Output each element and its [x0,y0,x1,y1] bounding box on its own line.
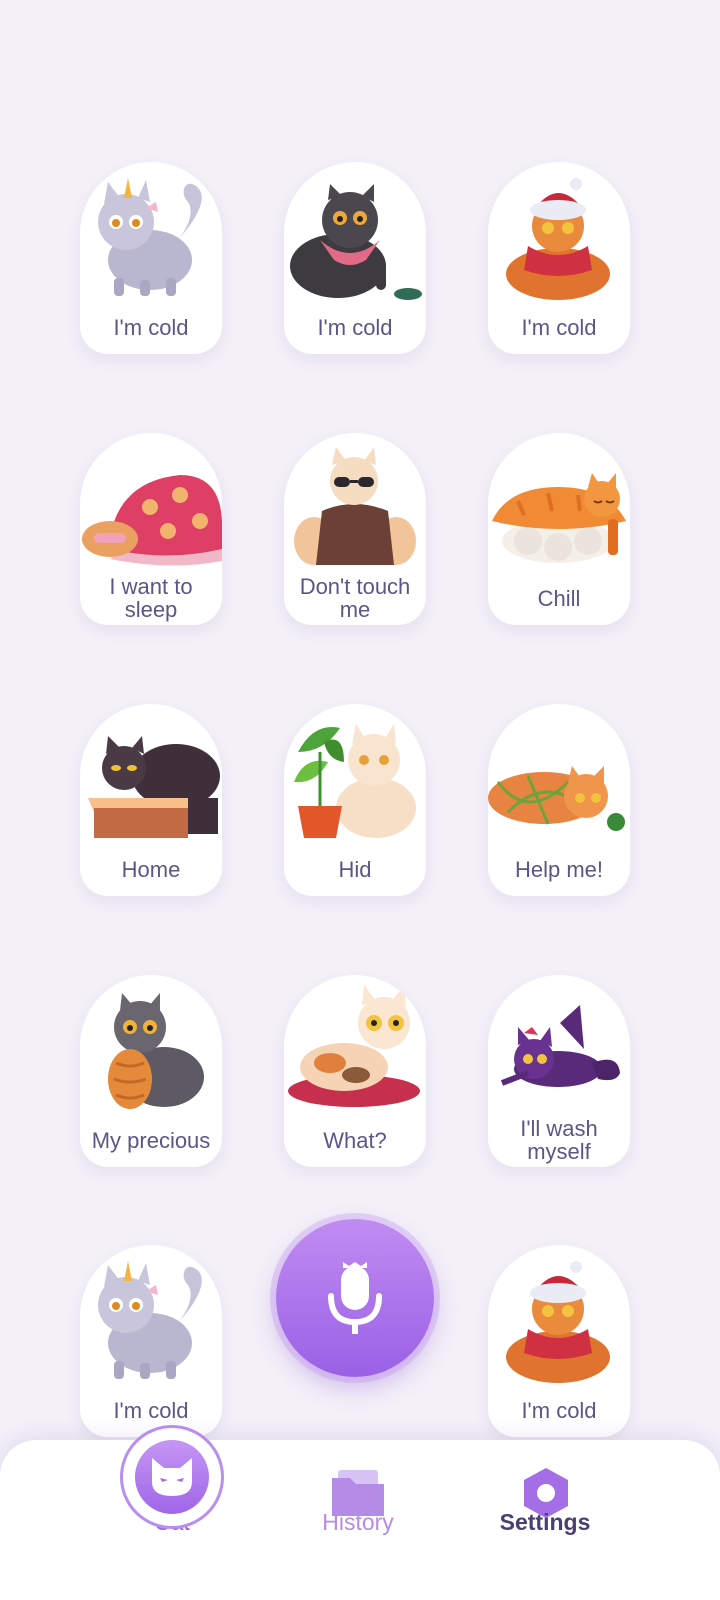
microphone-icon [328,1262,382,1334]
sound-card[interactable]: Help me! [488,704,630,896]
sound-card-label: I'm cold [113,314,189,340]
sound-card[interactable]: My precious [80,975,222,1167]
grey-unicorn-cat-illustration [98,1261,202,1379]
sound-card-label: I want to sleep [109,574,193,622]
nav-settings-label: Settings [499,1509,591,1535]
orange-cat-scarf-illustration [506,1261,610,1383]
sound-card[interactable]: I want to sleep [80,433,222,625]
sound-card-label: I'll wash myself [520,1116,598,1164]
sound-card-label: I'm cold [521,314,597,340]
sound-card[interactable]: What? [284,975,426,1167]
sound-card[interactable]: Don't touch me [284,433,426,625]
sound-card[interactable]: Home [80,704,222,896]
sound-card[interactable]: Hid [284,704,426,896]
cat-hugging-bread-illustration [108,993,204,1109]
sound-card-label: Home [121,856,181,882]
cat-face-icon [152,1458,192,1496]
sound-card[interactable]: I'm cold [80,162,222,354]
cat-tangled-yarn-illustration [488,766,625,831]
sound-card-label: I'm cold [113,1397,189,1423]
nav-history-tab[interactable]: History [268,1440,448,1600]
sound-card-label: Chill [537,585,581,611]
sound-card-label: What? [323,1127,387,1153]
bottom-navigation: Cat History Settings [0,1440,720,1600]
sound-card[interactable]: I'm cold [284,162,426,354]
sound-card-label: Hid [338,856,372,882]
sound-card-label: My precious [91,1127,211,1153]
cat-under-blanket-illustration [82,475,222,566]
sushi-cat-illustration [492,473,626,563]
sound-card[interactable]: Chill [488,433,630,625]
sound-card[interactable]: I'm cold [80,1245,222,1437]
cat-sunglasses-sweater-illustration [294,447,416,565]
nav-history-label: History [322,1509,394,1535]
black-cat-bandana-illustration [290,184,422,300]
sound-card-label: I'm cold [317,314,393,340]
sound-card[interactable]: I'll wash myself [488,975,630,1167]
grey-unicorn-cat-illustration [98,178,202,296]
sound-card-label: Help me! [514,856,604,882]
sound-card-label: I'm cold [521,1397,597,1423]
purple-cat-licking-illustration [500,1005,620,1087]
sound-card[interactable]: I'm cold [488,1245,630,1437]
cat-tab-active-badge[interactable] [120,1425,224,1529]
nav-settings-tab[interactable]: Settings [455,1440,635,1600]
cat-in-box-illustration [88,736,220,838]
cat-behind-plant-illustration [294,724,416,838]
cat-on-cushion-illustration [288,985,420,1107]
sound-card-label: Don't touch me [299,574,411,622]
record-microphone-button[interactable] [276,1219,434,1377]
orange-cat-scarf-illustration [506,178,610,300]
sound-card[interactable]: I'm cold [488,162,630,354]
